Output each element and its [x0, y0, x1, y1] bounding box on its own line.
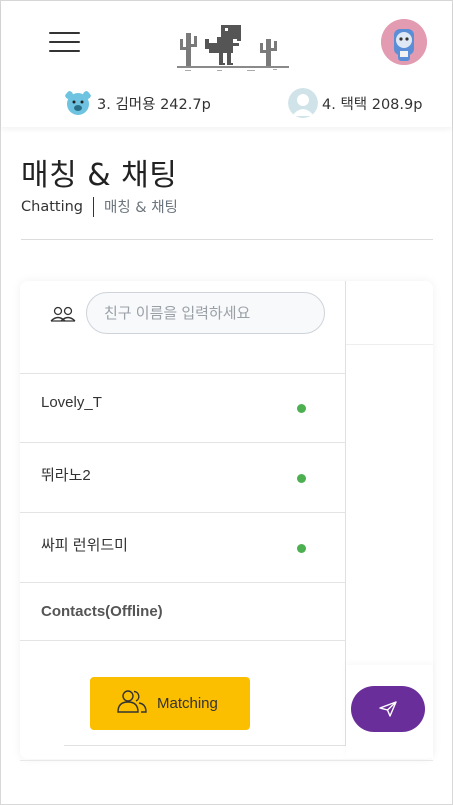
search-area: [20, 281, 346, 374]
contact-list-item[interactable]: 뛰라노2: [20, 443, 346, 513]
breadcrumb-item-current: 매칭 & 채팅: [104, 200, 178, 216]
divider: [20, 760, 433, 761]
online-status-icon: [297, 544, 306, 553]
offline-contacts-label: Contacts(Offline): [41, 603, 163, 620]
chat-header-area: [345, 281, 433, 345]
person-avatar-icon: [288, 88, 318, 118]
users-icon: [117, 690, 147, 713]
ranking-text: 3. 김머용 242.7p: [97, 96, 211, 113]
contact-name: Lovely_T: [41, 394, 102, 411]
contact-list-item[interactable]: 싸피 런위드미: [20, 513, 346, 583]
breadcrumb: Chatting 매칭 & 채팅: [21, 196, 178, 217]
paper-plane-icon: [379, 701, 397, 717]
hamburger-menu-icon[interactable]: [49, 30, 80, 52]
friends-icon: [50, 306, 76, 322]
matching-button[interactable]: Matching: [90, 677, 250, 730]
breadcrumb-separator: [93, 196, 94, 217]
ranking-item[interactable]: 3. 김머용 242.7p: [63, 88, 211, 118]
contacts-panel: Lovely_T 뛰라노2 싸피 런위드미 Contacts(Offline) …: [20, 281, 346, 746]
online-status-icon: [297, 404, 306, 413]
contact-name: 뛰라노2: [41, 467, 91, 484]
user-avatar-icon[interactable]: [381, 19, 427, 65]
contact-list-item[interactable]: Lovely_T: [20, 373, 346, 443]
bear-avatar-icon: [63, 88, 93, 118]
divider: [21, 239, 433, 240]
friend-search-input[interactable]: [86, 292, 325, 334]
page-title: 매칭 & 채팅: [21, 158, 178, 193]
breadcrumb-item-chatting[interactable]: Chatting: [21, 199, 83, 215]
ranking-text: 4. 택택 208.9p: [322, 96, 423, 113]
send-button[interactable]: [351, 686, 425, 732]
matching-button-label: Matching: [157, 695, 218, 712]
divider: [64, 745, 346, 746]
offline-contacts-header: Contacts(Offline): [20, 584, 346, 641]
ranking-item[interactable]: 4. 택택 208.9p: [288, 88, 422, 118]
contact-name: 싸피 런위드미: [41, 537, 128, 554]
online-status-icon: [297, 474, 306, 483]
dino-logo-icon[interactable]: [177, 21, 289, 73]
top-header: 3. 김머용 242.7p 4. 택택 208.9p: [1, 1, 452, 127]
